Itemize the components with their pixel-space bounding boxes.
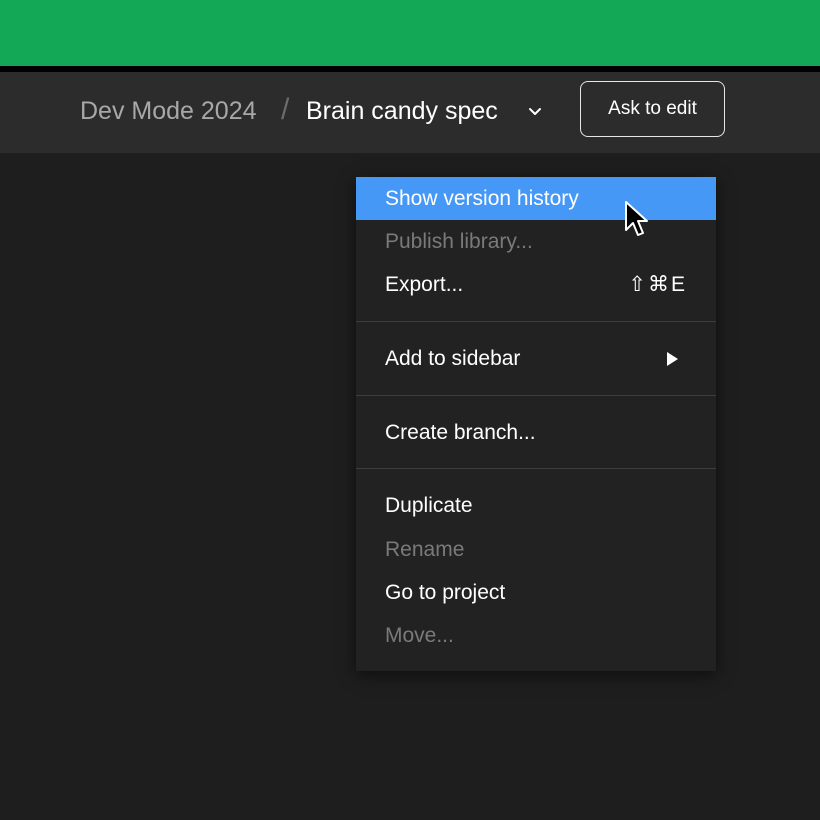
menu-item-move: Move... xyxy=(356,614,716,657)
play-triangle-icon xyxy=(667,352,678,366)
menu-item-label: Move... xyxy=(385,623,454,647)
chevron-down-icon[interactable] xyxy=(527,106,543,118)
breadcrumb-project[interactable]: Dev Mode 2024 xyxy=(80,96,257,126)
menu-item-show-version-history[interactable]: Show version history xyxy=(356,177,716,220)
ask-to-edit-button[interactable]: Ask to edit xyxy=(580,81,725,137)
menu-item-label: Go to project xyxy=(385,580,506,604)
menu-item-label: Export... xyxy=(385,272,464,296)
menu-item-label: Publish library... xyxy=(385,229,533,253)
menu-item-label: Create branch... xyxy=(385,420,536,444)
menu-item-label: Add to sidebar xyxy=(385,346,521,370)
menu-item-rename: Rename xyxy=(356,528,716,571)
top-green-bar xyxy=(0,0,820,66)
breadcrumb-file-name[interactable]: Brain candy spec xyxy=(306,96,498,126)
menu-divider xyxy=(356,468,716,469)
ask-to-edit-label: Ask to edit xyxy=(608,98,697,119)
mouse-cursor-icon xyxy=(625,201,648,236)
menu-item-add-to-sidebar[interactable]: Add to sidebar xyxy=(356,337,716,380)
menu-item-create-branch[interactable]: Create branch... xyxy=(356,411,716,454)
menu-divider xyxy=(356,395,716,396)
breadcrumb-separator: / xyxy=(281,93,290,126)
menu-item-duplicate[interactable]: Duplicate xyxy=(356,484,716,527)
menu-divider xyxy=(356,321,716,322)
menu-item-label: Rename xyxy=(385,537,465,561)
file-context-menu: Show version history Publish library... … xyxy=(356,177,716,671)
menu-item-label: Show version history xyxy=(385,186,579,210)
export-shortcut: ⇧⌘E xyxy=(628,273,687,296)
menu-item-go-to-project[interactable]: Go to project xyxy=(356,571,716,614)
menu-item-publish-library: Publish library... xyxy=(356,220,716,263)
menu-item-label: Duplicate xyxy=(385,493,473,517)
menu-item-export[interactable]: Export... ⇧⌘E xyxy=(356,263,716,306)
file-header: Dev Mode 2024 / Brain candy spec Ask to … xyxy=(0,72,820,153)
